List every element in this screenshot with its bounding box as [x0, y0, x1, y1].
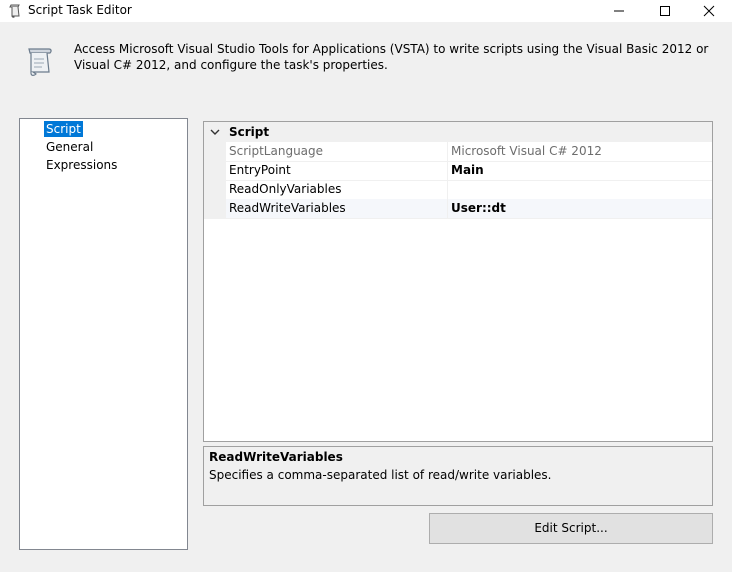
- property-value[interactable]: User::dt: [451, 201, 506, 215]
- property-name: EntryPoint: [229, 163, 291, 177]
- help-text: Specifies a comma-separated list of read…: [209, 468, 552, 482]
- nav-item-general[interactable]: General: [44, 139, 95, 155]
- property-value: Microsoft Visual C# 2012: [451, 144, 602, 158]
- property-row-readwritevariables[interactable]: ReadWriteVariables User::dt: [226, 199, 712, 219]
- nav-item-script[interactable]: Script: [44, 121, 83, 137]
- property-grid: Script ScriptLanguage Microsoft Visual C…: [203, 121, 713, 442]
- minimize-icon: [614, 10, 624, 12]
- grid-margin: [204, 142, 226, 219]
- category-row-script[interactable]: Script: [204, 122, 712, 142]
- column-divider: [447, 180, 448, 199]
- property-name: ReadOnlyVariables: [229, 182, 342, 196]
- close-icon: [703, 5, 715, 17]
- property-value[interactable]: Main: [451, 163, 484, 177]
- maximize-button[interactable]: [642, 0, 688, 22]
- window-title: Script Task Editor: [28, 3, 132, 17]
- script-scroll-icon: [9, 4, 20, 18]
- edit-script-button[interactable]: Edit Script...: [429, 513, 713, 544]
- help-title: ReadWriteVariables: [209, 450, 343, 464]
- page-navigation-list: Script General Expressions: [19, 118, 188, 550]
- property-row-entrypoint[interactable]: EntryPoint Main: [226, 161, 712, 181]
- property-row-scriptlanguage[interactable]: ScriptLanguage Microsoft Visual C# 2012: [226, 142, 712, 162]
- property-description-panel: ReadWriteVariables Specifies a comma-sep…: [203, 446, 713, 506]
- script-scroll-icon: [28, 48, 52, 76]
- property-row-readonlyvariables[interactable]: ReadOnlyVariables: [226, 180, 712, 200]
- property-name: ReadWriteVariables: [229, 201, 346, 215]
- minimize-button[interactable]: [596, 0, 642, 22]
- chevron-down-icon[interactable]: [209, 126, 221, 138]
- column-divider: [447, 142, 448, 161]
- category-label: Script: [229, 125, 270, 139]
- header-description: Access Microsoft Visual Studio Tools for…: [74, 42, 709, 72]
- property-name: ScriptLanguage: [229, 144, 324, 158]
- nav-item-expressions[interactable]: Expressions: [44, 157, 119, 173]
- title-bar: Script Task Editor: [0, 0, 732, 22]
- maximize-icon: [660, 6, 670, 16]
- close-button[interactable]: [686, 0, 732, 22]
- column-divider: [447, 199, 448, 218]
- column-divider: [447, 161, 448, 180]
